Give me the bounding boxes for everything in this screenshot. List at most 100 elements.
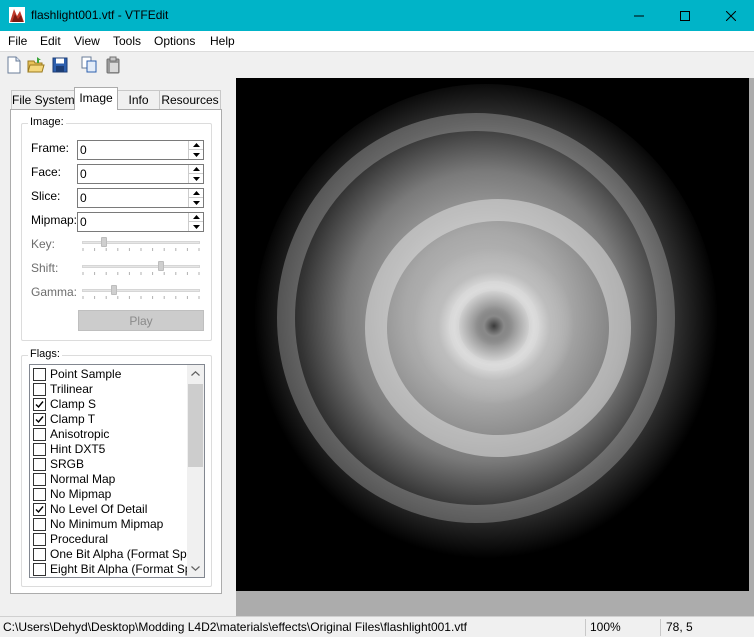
menu-help[interactable]: Help — [210, 34, 235, 48]
tab-label: Image — [79, 91, 113, 105]
spin-up-button[interactable] — [189, 141, 203, 150]
flag-item[interactable]: Eight Bit Alpha (Format Spe — [32, 562, 198, 577]
mipmap-spinbox[interactable]: 0 — [77, 212, 204, 232]
shift-label: Shift: — [31, 261, 59, 275]
flag-label: One Bit Alpha (Format Spec — [50, 547, 200, 561]
title-bar[interactable]: flashlight001.vtf - VTFEdit — [0, 0, 754, 31]
flag-checkbox[interactable] — [33, 368, 46, 381]
copy-icon[interactable] — [80, 56, 98, 74]
flag-item[interactable]: Clamp T — [32, 412, 188, 427]
menu-edit[interactable]: Edit — [40, 34, 61, 48]
tab-label: Info — [128, 93, 149, 107]
menu-options[interactable]: Options — [154, 34, 195, 48]
flag-item[interactable]: One Bit Alpha (Format Spec — [32, 547, 199, 562]
flag-label: Clamp T — [50, 412, 96, 426]
flag-item[interactable]: Anisotropic — [32, 427, 188, 442]
spin-up-button[interactable] — [189, 165, 203, 174]
flag-item[interactable]: Hint DXT5 — [32, 442, 188, 457]
flag-checkbox[interactable] — [33, 533, 46, 546]
flags-scrollbar[interactable] — [187, 365, 204, 577]
flag-checkbox[interactable] — [33, 503, 46, 516]
flag-checkbox[interactable] — [33, 473, 46, 486]
slice-value: 0 — [80, 191, 87, 205]
status-zoom: 100% — [590, 620, 621, 634]
flag-item[interactable]: Procedural — [32, 532, 188, 547]
spin-down-button[interactable] — [189, 222, 203, 231]
flag-item[interactable]: No Mipmap — [32, 487, 188, 502]
slider-thumb[interactable] — [158, 261, 164, 271]
tab-info[interactable]: Info — [117, 90, 160, 109]
flag-checkbox[interactable] — [33, 413, 46, 426]
chevron-up-icon — [191, 371, 200, 376]
tab-file-system[interactable]: File System — [11, 90, 75, 109]
shift-slider[interactable] — [82, 261, 200, 276]
slice-spinbox[interactable]: 0 — [77, 188, 204, 208]
flag-item[interactable]: No Level Of Detail — [32, 502, 188, 517]
close-button[interactable] — [708, 0, 754, 31]
flags-listbox[interactable]: Point Sample Trilinear Clamp S Clamp T Aniso… — [29, 364, 205, 578]
menu-file[interactable]: File — [8, 34, 27, 48]
arrow-down-icon — [192, 176, 200, 181]
flag-checkbox[interactable] — [33, 443, 46, 456]
window-title: flashlight001.vtf - VTFEdit — [31, 8, 169, 22]
maximize-icon — [680, 10, 690, 21]
scroll-down-button[interactable] — [187, 560, 204, 577]
spin-down-button[interactable] — [189, 174, 203, 183]
open-folder-icon[interactable] — [27, 56, 45, 74]
face-spin-buttons — [188, 165, 203, 183]
flag-checkbox[interactable] — [33, 383, 46, 396]
menu-tools[interactable]: Tools — [113, 34, 141, 48]
flag-checkbox[interactable] — [33, 428, 46, 441]
scroll-thumb[interactable] — [188, 384, 203, 467]
spin-down-button[interactable] — [189, 198, 203, 207]
key-slider[interactable] — [82, 237, 200, 252]
face-spinbox[interactable]: 0 — [77, 164, 204, 184]
arrow-up-icon — [192, 143, 200, 147]
slider-track — [82, 241, 200, 244]
spin-down-button[interactable] — [189, 150, 203, 159]
spin-up-button[interactable] — [189, 189, 203, 198]
minimize-button[interactable] — [616, 0, 662, 31]
mipmap-label: Mipmap: — [31, 213, 78, 227]
save-icon[interactable] — [51, 56, 69, 74]
face-label: Face: — [31, 165, 62, 179]
slider-track — [82, 265, 200, 268]
flag-label: Eight Bit Alpha (Format Spe — [50, 562, 199, 576]
scroll-up-button[interactable] — [187, 365, 204, 382]
paste-icon[interactable] — [104, 56, 122, 74]
flag-item[interactable]: No Minimum Mipmap — [32, 517, 188, 532]
flag-label: No Mipmap — [50, 487, 112, 501]
frame-label: Frame: — [31, 141, 70, 155]
flag-item[interactable]: Trilinear — [32, 382, 188, 397]
flag-checkbox[interactable] — [33, 488, 46, 501]
menu-view[interactable]: View — [74, 34, 100, 48]
tab-resources[interactable]: Resources — [159, 90, 221, 109]
toolbar — [0, 51, 754, 78]
flag-item[interactable]: SRGB — [32, 457, 188, 472]
flag-checkbox[interactable] — [33, 458, 46, 471]
flag-label: Hint DXT5 — [50, 442, 106, 456]
frame-spinbox[interactable]: 0 — [77, 140, 204, 160]
flag-item[interactable]: Point Sample — [32, 367, 188, 382]
texture-preview-area[interactable] — [236, 78, 754, 616]
slider-thumb[interactable] — [111, 285, 117, 295]
tab-label: File System — [12, 93, 75, 107]
flag-item[interactable]: Clamp S — [32, 397, 188, 412]
maximize-button[interactable] — [662, 0, 708, 31]
arrow-down-icon — [192, 152, 200, 157]
new-file-icon[interactable] — [5, 56, 23, 74]
gamma-slider[interactable] — [82, 285, 200, 300]
arrow-up-icon — [192, 191, 200, 195]
vtfedit-app-icon — [9, 7, 25, 23]
close-icon — [726, 10, 736, 21]
slider-thumb[interactable] — [101, 237, 107, 247]
play-button[interactable]: Play — [78, 310, 204, 331]
flag-checkbox[interactable] — [33, 563, 46, 576]
flag-item[interactable]: Normal Map — [32, 472, 188, 487]
flag-checkbox[interactable] — [33, 548, 46, 561]
tab-image[interactable]: Image — [74, 87, 118, 110]
flag-checkbox[interactable] — [33, 518, 46, 531]
spin-up-button[interactable] — [189, 213, 203, 222]
flag-checkbox[interactable] — [33, 398, 46, 411]
flag-label: Anisotropic — [50, 427, 110, 441]
